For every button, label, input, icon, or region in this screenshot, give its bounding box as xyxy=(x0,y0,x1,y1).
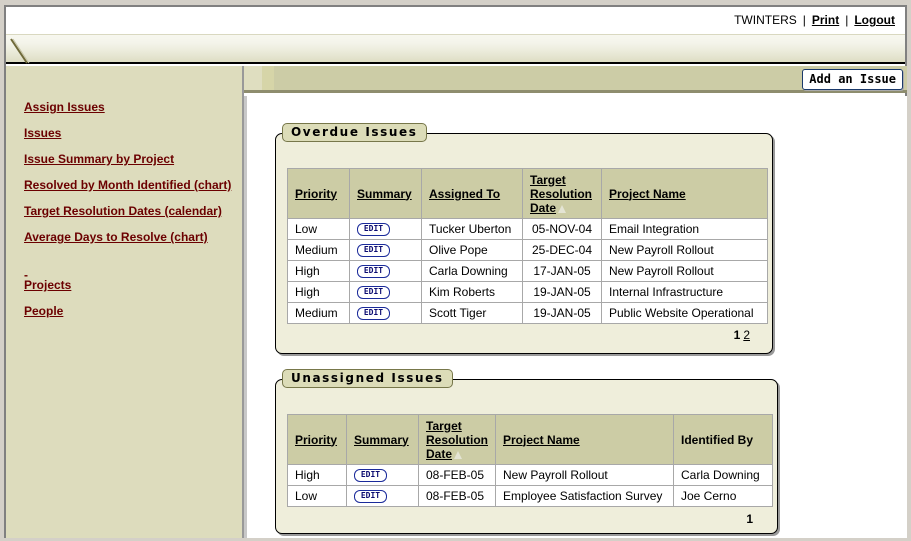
page-link-2[interactable]: 2 xyxy=(743,328,750,342)
priority-cell: Low xyxy=(287,218,350,240)
column-header-identified-by: Identified By xyxy=(673,414,773,465)
edit-button[interactable]: EDIT xyxy=(357,307,390,321)
table-row: Medium EDIT Olive Pope 25-DEC-04 New Pay… xyxy=(287,239,768,261)
sidebar-item-issues[interactable]: Issues xyxy=(24,126,231,152)
header-band xyxy=(6,34,905,64)
project-cell: Public Website Operational xyxy=(601,302,768,324)
summary-cell: EDIT xyxy=(349,218,422,240)
edit-button[interactable]: EDIT xyxy=(357,223,390,237)
summary-cell: EDIT xyxy=(349,239,422,261)
pagination: 1 xyxy=(746,512,753,526)
edit-button[interactable]: EDIT xyxy=(354,490,387,504)
summary-cell: EDIT xyxy=(346,464,419,486)
table-header-row: Priority Summary Assigned To Target Resol… xyxy=(287,168,768,219)
target-date-cell: 19-JAN-05 xyxy=(522,281,602,303)
sidebar-item-target-resolution-dates[interactable]: Target Resolution Dates (calendar) xyxy=(24,204,231,230)
assigned-to-cell: Tucker Uberton xyxy=(421,218,523,240)
project-cell: Email Integration xyxy=(601,218,768,240)
add-issue-button[interactable]: Add an Issue xyxy=(802,69,903,90)
target-date-cell: 17-JAN-05 xyxy=(522,260,602,282)
column-header-priority[interactable]: Priority xyxy=(287,168,350,219)
sort-ascending-icon[interactable] xyxy=(558,204,567,213)
sidebar-item-projects[interactable]: Projects xyxy=(24,278,231,304)
sidebar-item-assign-issues[interactable]: Assign Issues xyxy=(24,100,231,126)
region-title: Unassigned Issues xyxy=(282,369,453,388)
target-date-cell: 08-FEB-05 xyxy=(418,485,496,507)
logo-slash-icon xyxy=(10,38,30,64)
project-cell: New Payroll Rollout xyxy=(601,260,768,282)
summary-cell: EDIT xyxy=(349,302,422,324)
separator: | xyxy=(802,13,806,27)
target-date-cell: 08-FEB-05 xyxy=(418,464,496,486)
column-header-summary[interactable]: Summary xyxy=(349,168,422,219)
print-link[interactable]: Print xyxy=(812,13,839,27)
unassigned-issues-table: Priority Summary Target Resolution Date Pr… xyxy=(287,414,773,507)
user-links: TWINTERS | Print | Logout xyxy=(734,13,895,27)
priority-cell: Low xyxy=(287,485,347,507)
priority-cell: Medium xyxy=(287,302,350,324)
identified-by-cell: Joe Cerno xyxy=(673,485,773,507)
app-window: TWINTERS | Print | Logout Assign Issues Issu… xyxy=(4,5,907,541)
column-header-target-date[interactable]: Target Resolution Date xyxy=(522,168,602,219)
table-header-row: Priority Summary Target Resolution Date Pr… xyxy=(287,414,773,465)
logout-link[interactable]: Logout xyxy=(854,13,895,27)
sidebar-item-resolved-by-month[interactable]: Resolved by Month Identified (chart) xyxy=(24,178,231,204)
unassigned-issues-region: Unassigned Issues Priority Summary Targe… xyxy=(275,369,778,534)
project-cell: New Payroll Rollout xyxy=(495,464,674,486)
sidebar-nav: Assign Issues Issues Issue Summary by Pr… xyxy=(24,100,231,330)
priority-cell: High xyxy=(287,464,347,486)
table-row: Low EDIT 08-FEB-05 Employee Satisfaction… xyxy=(287,485,773,507)
summary-cell: EDIT xyxy=(346,485,419,507)
username: TWINTERS xyxy=(734,13,797,27)
edit-button[interactable]: EDIT xyxy=(357,286,390,300)
project-cell: Internal Infrastructure xyxy=(601,281,768,303)
separator: | xyxy=(845,13,849,27)
column-header-target-date[interactable]: Target Resolution Date xyxy=(418,414,496,465)
region-title: Overdue Issues xyxy=(282,123,427,142)
column-header-summary[interactable]: Summary xyxy=(346,414,419,465)
edit-button[interactable]: EDIT xyxy=(357,244,390,258)
table-row: Medium EDIT Scott Tiger 19-JAN-05 Public… xyxy=(287,302,768,324)
table-row: Low EDIT Tucker Uberton 05-NOV-04 Email … xyxy=(287,218,768,240)
table-row: High EDIT Carla Downing 17-JAN-05 New Pa… xyxy=(287,260,768,282)
column-header-assigned-to[interactable]: Assigned To xyxy=(421,168,523,219)
column-header-project-name[interactable]: Project Name xyxy=(601,168,768,219)
column-header-project-name[interactable]: Project Name xyxy=(495,414,674,465)
column-header-priority[interactable]: Priority xyxy=(287,414,347,465)
table-row: High EDIT Kim Roberts 19-JAN-05 Internal… xyxy=(287,281,768,303)
pagination: 12 xyxy=(734,328,750,342)
page-current: 1 xyxy=(733,328,741,342)
page-current: 1 xyxy=(746,512,753,526)
sidebar-item-average-days[interactable]: Average Days to Resolve (chart) xyxy=(24,230,231,256)
assigned-to-cell: Scott Tiger xyxy=(421,302,523,324)
project-cell: New Payroll Rollout xyxy=(601,239,768,261)
top-bar: TWINTERS | Print | Logout xyxy=(6,7,905,34)
summary-cell: EDIT xyxy=(349,281,422,303)
assigned-to-cell: Kim Roberts xyxy=(421,281,523,303)
edit-button[interactable]: EDIT xyxy=(354,469,387,483)
assigned-to-cell: Olive Pope xyxy=(421,239,523,261)
sidebar-divider: - xyxy=(24,268,28,282)
identified-by-cell: Carla Downing xyxy=(673,464,773,486)
target-date-cell: 05-NOV-04 xyxy=(522,218,602,240)
sidebar-item-people[interactable]: People xyxy=(24,304,231,330)
summary-cell: EDIT xyxy=(349,260,422,282)
target-date-cell: 25-DEC-04 xyxy=(522,239,602,261)
overdue-issues-region: Overdue Issues Priority Summary Assigned… xyxy=(275,123,773,354)
sort-ascending-icon[interactable] xyxy=(454,450,463,459)
target-date-cell: 19-JAN-05 xyxy=(522,302,602,324)
sidebar-item-issue-summary[interactable]: Issue Summary by Project xyxy=(24,152,231,178)
edit-button[interactable]: EDIT xyxy=(357,265,390,279)
table-row: High EDIT 08-FEB-05 New Payroll Rollout … xyxy=(287,464,773,486)
assigned-to-cell: Carla Downing xyxy=(421,260,523,282)
main-content: Overdue Issues Priority Summary Assigned… xyxy=(244,96,907,541)
sidebar: Assign Issues Issues Issue Summary by Pr… xyxy=(6,66,244,541)
toolbar: Add an Issue xyxy=(244,66,907,93)
priority-cell: High xyxy=(287,281,350,303)
priority-cell: High xyxy=(287,260,350,282)
project-cell: Employee Satisfaction Survey xyxy=(495,485,674,507)
priority-cell: Medium xyxy=(287,239,350,261)
overdue-issues-table: Priority Summary Assigned To Target Resol… xyxy=(287,168,768,324)
